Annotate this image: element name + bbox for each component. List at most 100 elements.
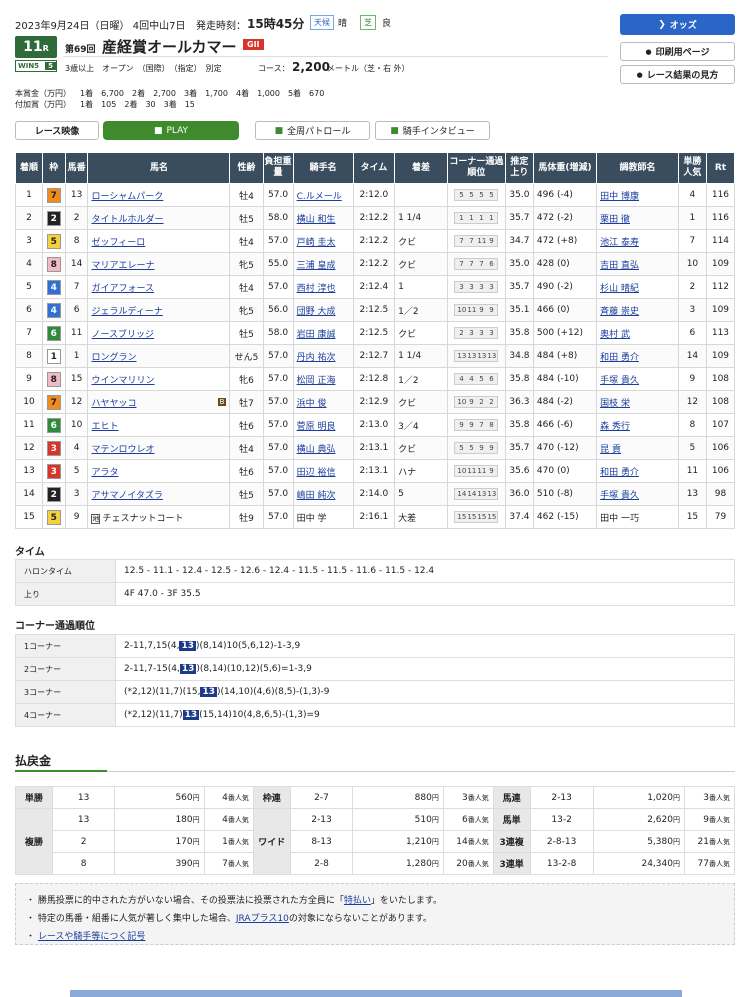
- horse-name-link[interactable]: ガイアフォース: [91, 284, 154, 294]
- horse-name-link[interactable]: ローシャムパーク: [91, 192, 163, 202]
- trainer-link[interactable]: 手塚 貴久: [600, 491, 639, 501]
- odds-button[interactable]: ❯ オッズ: [620, 14, 735, 35]
- video-camera-icon: ■: [153, 125, 163, 136]
- column-header: 着順: [15, 152, 43, 184]
- corner-position: 10: [457, 398, 467, 406]
- horse-name-link[interactable]: エヒト: [91, 422, 118, 432]
- jockey-link[interactable]: 団野 大成: [297, 307, 336, 317]
- corner-position: 9: [479, 444, 484, 452]
- horse-name-cell: ジェラルディーナ: [87, 298, 231, 322]
- jockey-interview-button[interactable]: ■ 騎手インタビュー: [375, 121, 490, 140]
- jockey-link[interactable]: C.ルメール: [297, 192, 342, 202]
- jockey-link[interactable]: 三浦 皇成: [297, 261, 336, 271]
- horse-name-link[interactable]: アサマノイタズラ: [91, 491, 162, 501]
- sex-age-cell: 牝5: [229, 252, 264, 276]
- corner-position: 10: [457, 306, 467, 314]
- weight-cell: 57.0: [262, 413, 294, 437]
- corner-label: 4コーナー: [15, 703, 116, 727]
- corner-position: 9: [459, 421, 464, 429]
- play-button[interactable]: ■ PLAY: [103, 121, 239, 140]
- jockey-link[interactable]: 西村 淳也: [297, 284, 336, 294]
- table-row: 4 8 14 マリアエレーナ 牝5 55.0 三浦 皇成 2:12.2 クビ 7 7 7 6 35.0 42…: [15, 252, 736, 276]
- jockey-link[interactable]: 浜中 俊: [297, 399, 327, 409]
- payout-yen: 5,380: [647, 836, 673, 847]
- sex-age-cell: 牡6: [229, 413, 264, 437]
- jockey-link[interactable]: 田辺 裕信: [297, 468, 336, 478]
- time-cell: 2:12.2: [352, 252, 396, 276]
- corner-cell: 3333: [446, 275, 506, 299]
- trainer-link[interactable]: 昆 貢: [600, 445, 621, 455]
- horse-name-link[interactable]: ハヤヤッコ: [91, 399, 136, 409]
- jockey-link[interactable]: 嶋田 純次: [297, 491, 336, 501]
- trainer-cell: 栗田 徹: [596, 206, 679, 230]
- jockey-link[interactable]: 菅原 明良: [297, 422, 336, 432]
- jockey-link[interactable]: 横山 和生: [297, 215, 336, 225]
- payout-yen: 24,340: [641, 858, 673, 869]
- trainer-link[interactable]: 手塚 貴久: [600, 376, 639, 386]
- trainer-link[interactable]: 池江 泰寿: [600, 238, 639, 248]
- jra-plus10-link[interactable]: JRAプラス10: [236, 914, 289, 924]
- special-payout-link[interactable]: 特払い: [344, 896, 371, 906]
- result-guide-button[interactable]: ● レース結果の見方: [620, 65, 735, 84]
- payout-row: 複勝 13 180円 4番人気 ワイド 2-13 510円 6番人気 馬単 13-2 2,620円 9…: [15, 808, 736, 875]
- trainer-link[interactable]: 斉藤 崇史: [600, 307, 639, 317]
- horse-number-cell: 7: [64, 275, 89, 299]
- race-number: 11R: [15, 36, 57, 58]
- trainer-link[interactable]: 和田 勇介: [600, 353, 639, 363]
- print-page-button[interactable]: ● 印刷用ページ: [620, 42, 735, 61]
- horse-name-link[interactable]: ゼッフィーロ: [91, 238, 145, 248]
- jockey-link[interactable]: 岩田 康誠: [297, 330, 336, 340]
- yen-unit: 円: [192, 859, 200, 868]
- sex-age-cell: 牡4: [229, 229, 264, 253]
- corner-cell: 4456: [446, 367, 506, 391]
- trainer-link[interactable]: 栗田 徹: [600, 215, 630, 225]
- horse-name-link[interactable]: ウインマリリン: [91, 376, 154, 386]
- waku-badge: 2: [46, 486, 61, 502]
- corner-label: 1コーナー: [15, 634, 116, 658]
- horse-name-link[interactable]: ロングラン: [91, 353, 136, 363]
- margin-cell: ハナ: [394, 459, 448, 483]
- corner-label: 2コーナー: [15, 657, 116, 681]
- jockey-link[interactable]: 戸崎 圭太: [297, 238, 336, 248]
- horse-name-link[interactable]: マリアエレーナ: [91, 261, 154, 271]
- payout-amount: 5,380円: [592, 830, 685, 853]
- trainer-link[interactable]: 田中 博康: [600, 192, 639, 202]
- horse-name-link[interactable]: ジェラルディーナ: [91, 307, 162, 317]
- patrol-video-button[interactable]: ■ 全周パトロール: [255, 121, 370, 140]
- trainer-link[interactable]: 吉田 直弘: [600, 261, 639, 271]
- waku-cell: 7: [41, 183, 66, 207]
- table-row: 9 8 15 ウインマリリン 牝6 57.0 松岡 正海 2:12.8 1／2 4 4 5 6 35.8 4…: [15, 367, 736, 391]
- trainer-link[interactable]: 杉山 晴紀: [600, 284, 639, 294]
- yen-unit: 円: [192, 793, 200, 802]
- popularity-cell: 15: [677, 505, 707, 529]
- jockey-link[interactable]: 丹内 祐次: [297, 353, 336, 363]
- waku-cell: 6: [41, 321, 66, 345]
- corner-positions: 5599: [454, 442, 499, 454]
- addprize-money: 1着 105 2着 30 3着 15: [80, 100, 195, 109]
- jockey-link[interactable]: 横山 典弘: [297, 445, 336, 455]
- symbols-link[interactable]: レースや騎手等につく記号: [38, 932, 146, 942]
- horse-name-link: チェスナットコート: [102, 513, 184, 524]
- jockey-link[interactable]: 松岡 正海: [297, 376, 336, 386]
- trainer-link[interactable]: 国枝 栄: [600, 399, 630, 409]
- horse-name-link[interactable]: タイトルホルダー: [91, 215, 163, 225]
- payout-yen: 1,020: [647, 792, 673, 803]
- horse-name-link[interactable]: アラタ: [91, 468, 118, 478]
- trainer-link[interactable]: 和田 勇介: [600, 468, 639, 478]
- trainer-cell: 和田 勇介: [596, 344, 679, 368]
- weight-cell: 58.0: [262, 321, 294, 345]
- trainer-link[interactable]: 森 秀行: [600, 422, 630, 432]
- body-weight-cell: 490 (-2): [532, 275, 598, 299]
- corner-position: 5: [479, 191, 484, 199]
- trainer-link[interactable]: 奥村 武: [600, 330, 630, 340]
- horse-name-link[interactable]: マテンロウレオ: [91, 445, 154, 455]
- time-cell: 2:13.1: [352, 459, 396, 483]
- trainer-cell: 手塚 貴久: [596, 482, 679, 506]
- payout-yen: 390: [175, 858, 193, 869]
- local-horse-mark: 地: [91, 513, 101, 524]
- horse-name-link[interactable]: ノースブリッジ: [91, 330, 154, 340]
- corner-positions: 4456: [454, 373, 499, 385]
- waku-cell: 8: [41, 367, 66, 391]
- jockey-cell: 西村 淳也: [292, 275, 354, 299]
- payout-pop: 77: [697, 858, 709, 869]
